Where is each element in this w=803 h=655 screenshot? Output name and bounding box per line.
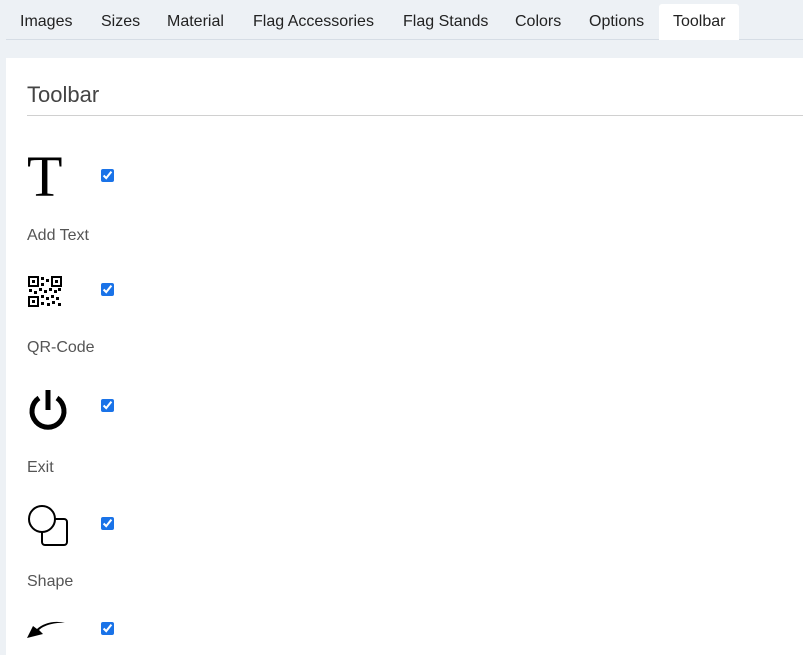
title-divider	[27, 115, 803, 116]
text-icon: T	[27, 144, 63, 209]
panel-title: Toolbar	[27, 82, 100, 107]
exit-checkbox[interactable]	[101, 399, 114, 412]
tab-flag-stands[interactable]: Flag Stands	[389, 4, 502, 40]
tab-sizes[interactable]: Sizes	[87, 4, 154, 40]
add-text-label: Add Text	[27, 227, 89, 244]
qr-code-icon	[27, 276, 63, 313]
exit-label: Exit	[27, 459, 54, 476]
tab-images[interactable]: Images	[6, 4, 86, 40]
add-text-checkbox[interactable]	[101, 169, 114, 182]
shape-label: Shape	[27, 573, 74, 590]
tab-colors[interactable]: Colors	[501, 4, 575, 40]
shape-checkbox[interactable]	[101, 517, 114, 530]
arrow-checkbox[interactable]	[101, 622, 114, 635]
tab-toolbar[interactable]: Toolbar	[659, 4, 739, 40]
shape-icon	[27, 504, 69, 553]
tab-bar: Images Sizes Material Flag Accessories F…	[6, 0, 803, 40]
arrow-icon	[27, 620, 69, 649]
tab-flag-accessories[interactable]: Flag Accessories	[239, 4, 388, 40]
tab-options[interactable]: Options	[575, 4, 658, 40]
tab-material[interactable]: Material	[153, 4, 238, 40]
toolbar-settings-panel: Toolbar T Add Text QR-Code Exit Shape	[6, 58, 803, 655]
qr-code-label: QR-Code	[27, 339, 95, 356]
power-icon	[27, 389, 69, 438]
qr-code-checkbox[interactable]	[101, 283, 114, 296]
